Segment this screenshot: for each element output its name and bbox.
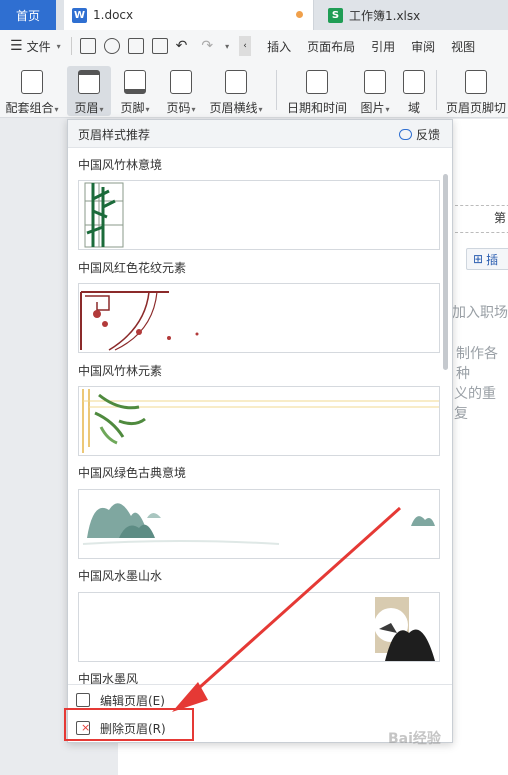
watermark: Bai经验 [388, 731, 441, 747]
red-arrow-annotation [172, 506, 402, 712]
